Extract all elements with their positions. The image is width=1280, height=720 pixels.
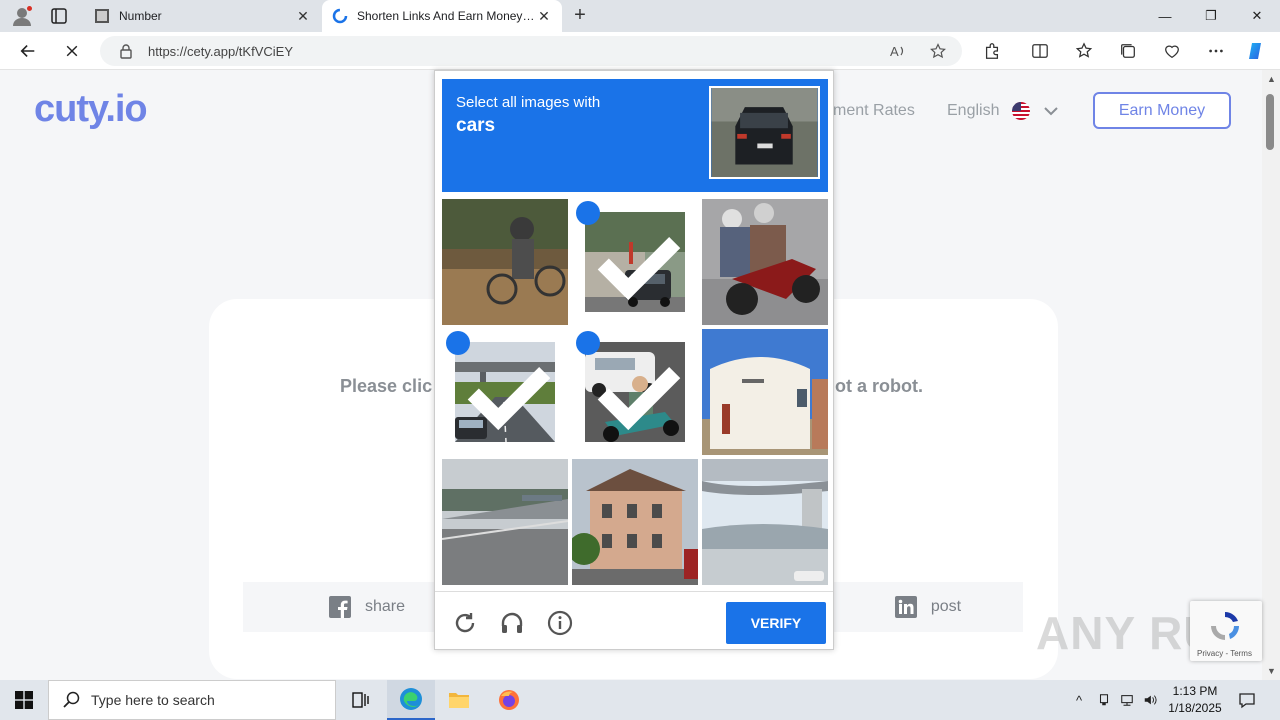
share-facebook-label: share: [364, 598, 406, 615]
svg-text:A: A: [890, 44, 899, 59]
new-tab-button[interactable]: +: [570, 5, 590, 26]
taskbar-clock[interactable]: 1:13 PM 1/18/2025: [1160, 683, 1230, 717]
captcha-tile-7[interactable]: [442, 459, 568, 585]
close-tab-icon[interactable]: ✕: [536, 8, 552, 24]
scroll-down-icon[interactable]: ▼: [1267, 666, 1276, 676]
arrow-left-icon: [20, 45, 35, 57]
more-menu-icon[interactable]: [1206, 41, 1226, 61]
edge-icon: [400, 688, 422, 710]
folder-icon: [449, 693, 469, 708]
scrollbar-thumb[interactable]: [1266, 94, 1274, 150]
recaptcha-badge[interactable]: Privacy - Terms: [1190, 601, 1262, 661]
captcha-challenge: Select all images with cars VERIFY: [434, 70, 834, 650]
windows-taskbar: Type here to search ^ 1:13 PM 1/18/2025: [0, 680, 1280, 720]
captcha-header: Select all images with cars: [442, 79, 828, 192]
captcha-tile-9[interactable]: [702, 459, 828, 585]
network-icon[interactable]: [1118, 690, 1136, 710]
minimize-button[interactable]: —: [1142, 0, 1188, 32]
firefox-icon: [499, 690, 519, 710]
start-button[interactable]: [0, 680, 48, 720]
notification-dot: [26, 5, 33, 12]
captcha-tile-1[interactable]: [442, 199, 568, 325]
usb-device-icon[interactable]: [1095, 690, 1113, 710]
lock-icon: [120, 44, 132, 59]
check-icon: [576, 331, 681, 431]
captcha-tile-4[interactable]: [442, 329, 568, 455]
site-logo[interactable]: cuty.io: [34, 88, 148, 131]
stop-button[interactable]: [60, 39, 84, 63]
language-selector[interactable]: English: [947, 102, 999, 120]
captcha-instruction: Select all images with: [456, 94, 601, 111]
notification-center-icon[interactable]: [1238, 690, 1256, 710]
read-aloud-icon[interactable]: A: [890, 43, 906, 59]
captcha-sample-image: [709, 86, 820, 179]
restore-button[interactable]: ❐: [1188, 0, 1234, 32]
headphones-audio-icon[interactable]: [499, 610, 525, 636]
task-view-icon: [352, 692, 369, 708]
extensions-icon[interactable]: [982, 41, 1002, 61]
document-favicon-icon: [95, 9, 109, 23]
nav-payment-rates-link[interactable]: ment Rates: [833, 102, 915, 120]
captcha-footer: VERIFY: [435, 591, 833, 650]
robot-notice-right: ot a robot.: [835, 376, 923, 396]
copilot-icon[interactable]: [1246, 41, 1266, 61]
taskbar-file-explorer[interactable]: [435, 680, 483, 720]
reload-icon[interactable]: [452, 610, 478, 636]
info-icon[interactable]: [547, 610, 573, 636]
page-scrollbar[interactable]: ▲ ▼: [1262, 70, 1280, 680]
url-text: https://cety.app/tKfVCiEY: [148, 44, 293, 59]
earn-money-button[interactable]: Earn Money: [1093, 92, 1231, 129]
back-button[interactable]: [16, 39, 40, 63]
favorite-star-icon[interactable]: [930, 43, 946, 59]
verify-button[interactable]: VERIFY: [726, 602, 826, 644]
show-hidden-icons[interactable]: ^: [1070, 690, 1088, 710]
tab-actions-icon[interactable]: [50, 7, 68, 25]
profile-avatar[interactable]: [10, 4, 34, 28]
share-linkedin-label: post: [930, 598, 962, 615]
windows-logo-icon: [15, 691, 33, 709]
clock-date: 1/18/2025: [1168, 701, 1222, 715]
check-icon: [576, 201, 681, 301]
recaptcha-logo-icon: [1211, 612, 1239, 640]
search-placeholder: Type here to search: [91, 692, 215, 708]
browser-toolbar: https://cety.app/tKfVCiEY A: [0, 32, 1280, 70]
browser-essentials-icon[interactable]: [1162, 41, 1182, 61]
facebook-icon: [328, 596, 351, 618]
robot-notice-left: Please clic: [340, 376, 433, 396]
task-view-button[interactable]: [336, 680, 384, 720]
captcha-tile-6[interactable]: [702, 329, 828, 455]
close-window-button[interactable]: ✕: [1234, 0, 1280, 32]
taskbar-search-box[interactable]: Type here to search: [48, 680, 336, 720]
address-bar[interactable]: https://cety.app/tKfVCiEY A: [100, 36, 962, 66]
check-icon: [446, 331, 551, 431]
browser-tab-strip: Number ✕ Shorten Links And Earn Money | …: [0, 0, 1280, 32]
share-linkedin-button[interactable]: post: [833, 582, 1023, 632]
search-icon: [63, 691, 80, 708]
collections-icon[interactable]: [1118, 41, 1138, 61]
taskbar-firefox[interactable]: [485, 680, 533, 720]
scroll-up-icon[interactable]: ▲: [1267, 74, 1276, 84]
close-tab-icon[interactable]: ✕: [295, 8, 311, 24]
tab-title: Number: [119, 9, 162, 23]
recaptcha-terms[interactable]: Privacy - Terms: [1197, 649, 1252, 658]
loading-spinner-icon: [332, 8, 348, 24]
volume-icon[interactable]: [1141, 690, 1159, 710]
captcha-tile-2[interactable]: [572, 199, 698, 325]
captcha-tile-3[interactable]: [702, 199, 828, 325]
taskbar-edge[interactable]: [387, 680, 435, 720]
captcha-tile-5[interactable]: [572, 329, 698, 455]
tab-shorten-links[interactable]: Shorten Links And Earn Money | cety ✕: [322, 0, 562, 32]
close-icon: [66, 45, 78, 57]
captcha-tile-8[interactable]: [572, 459, 698, 585]
captcha-target: cars: [456, 115, 496, 136]
linkedin-icon: [894, 596, 917, 618]
split-screen-icon[interactable]: [1030, 41, 1050, 61]
clock-time: 1:13 PM: [1172, 684, 1218, 698]
favorites-icon[interactable]: [1074, 41, 1094, 61]
chevron-down-icon[interactable]: [1042, 102, 1060, 120]
us-flag-icon: [1012, 102, 1030, 120]
tab-title: Shorten Links And Earn Money | cety: [357, 9, 536, 23]
tab-number[interactable]: Number ✕: [84, 0, 321, 32]
